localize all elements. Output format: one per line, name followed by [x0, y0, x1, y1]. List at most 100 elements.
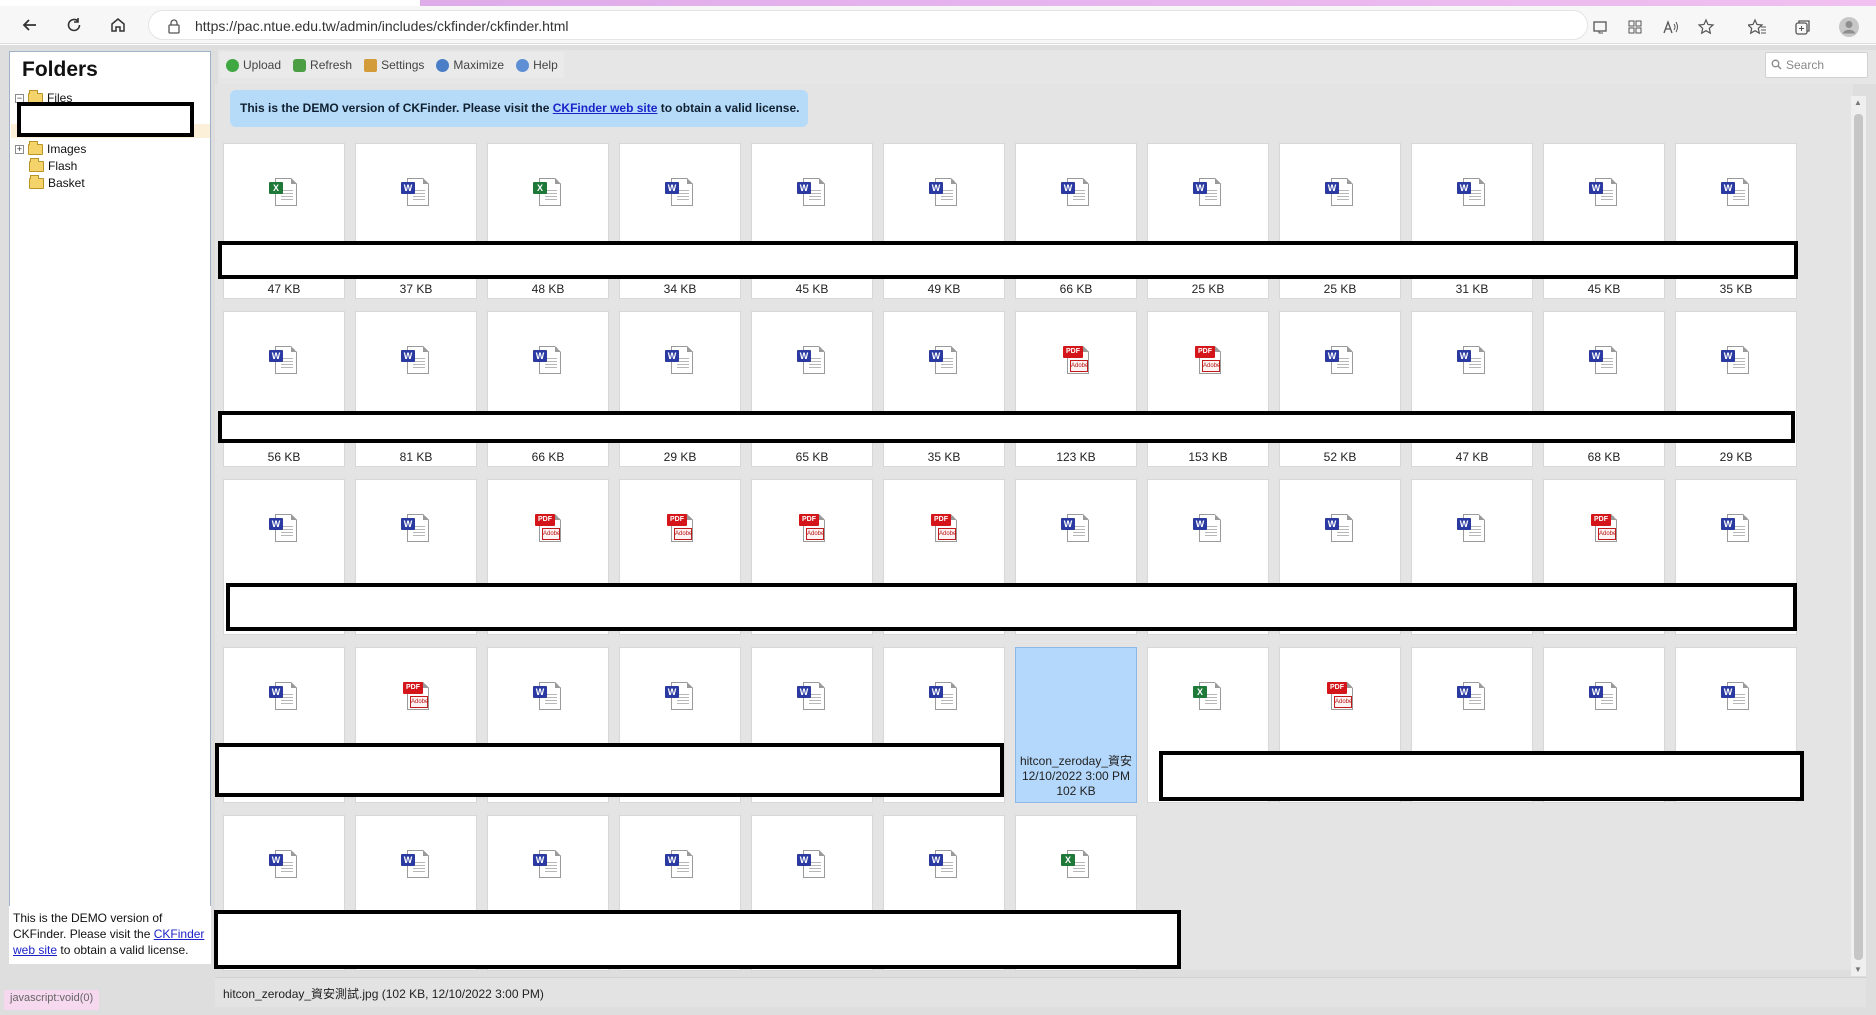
file-thumbnail[interactable]: W [488, 816, 608, 912]
file-thumbnail[interactable]: W [356, 816, 476, 912]
file-thumbnail[interactable]: W [1412, 480, 1532, 576]
search-input[interactable]: Search [1765, 52, 1868, 78]
vertical-scrollbar[interactable]: ▲ ▼ [1851, 96, 1866, 976]
file-tile[interactable]: W 52 KB [1279, 311, 1401, 467]
app-available-icon[interactable] [1588, 16, 1614, 38]
banner-ckfinder-link[interactable]: CKFinder web site [553, 101, 658, 115]
file-thumbnail[interactable]: W [752, 648, 872, 744]
file-thumbnail[interactable]: W [1676, 312, 1796, 408]
file-thumbnail[interactable]: W [752, 312, 872, 408]
refresh-button[interactable]: Refresh [293, 58, 352, 72]
file-thumbnail[interactable]: W [1016, 144, 1136, 240]
file-thumbnail[interactable]: W [1412, 312, 1532, 408]
settings-label[interactable]: Settings [381, 58, 424, 72]
read-aloud-icon[interactable] [1658, 16, 1684, 38]
file-thumbnail[interactable]: W [884, 144, 1004, 240]
file-tile[interactable]: W 68 KB [1543, 311, 1665, 467]
file-thumbnail[interactable]: PDF Adobe [1016, 312, 1136, 408]
file-thumbnail[interactable]: W [620, 648, 740, 744]
file-thumbnail[interactable]: PDF Adobe [356, 648, 476, 744]
file-thumbnail[interactable]: W [1280, 480, 1400, 576]
scroll-down-icon[interactable]: ▼ [1854, 965, 1862, 974]
collections-icon[interactable] [1790, 16, 1816, 38]
upload-button[interactable]: Upload [226, 58, 281, 72]
help-label[interactable]: Help [533, 58, 558, 72]
file-thumbnail[interactable]: W [1148, 144, 1268, 240]
refresh-label[interactable]: Refresh [310, 58, 352, 72]
file-thumbnail[interactable]: PDF Adobe [752, 480, 872, 576]
folder-label-basket[interactable]: Basket [48, 176, 85, 190]
file-tile[interactable]: W 29 KB [1675, 311, 1797, 467]
file-thumbnail[interactable]: X [224, 144, 344, 240]
file-thumbnail[interactable]: W [1676, 144, 1796, 240]
file-thumbnail[interactable]: W [224, 312, 344, 408]
folder-basket[interactable]: Basket [29, 174, 85, 191]
home-button[interactable] [102, 10, 134, 40]
file-tile[interactable]: PDF Adobe 123 KB [1015, 311, 1137, 467]
file-thumbnail[interactable]: W [1544, 312, 1664, 408]
file-thumbnail[interactable] [1016, 648, 1136, 744]
file-thumbnail[interactable]: W [884, 648, 1004, 744]
file-tile[interactable]: W 66 KB [487, 311, 609, 467]
file-thumbnail[interactable]: W [224, 648, 344, 744]
file-thumbnail[interactable]: PDF Adobe [1148, 312, 1268, 408]
file-tile[interactable]: W 35 KB [883, 311, 1005, 467]
file-thumbnail[interactable]: W [1544, 648, 1664, 744]
file-thumbnail[interactable]: W [224, 816, 344, 912]
file-thumbnail[interactable]: W [1412, 648, 1532, 744]
file-thumbnail[interactable]: W [356, 312, 476, 408]
file-thumbnail[interactable]: PDF Adobe [620, 480, 740, 576]
file-thumbnail[interactable]: W [620, 144, 740, 240]
file-tile[interactable]: hitcon_zeroday_資安 12/10/2022 3:00 PM 102 K… [1015, 647, 1137, 803]
scroll-thumb[interactable] [1854, 114, 1863, 960]
help-button[interactable]: Help [516, 58, 558, 72]
file-thumbnail[interactable]: W [1016, 480, 1136, 576]
file-thumbnail[interactable]: PDF Adobe [1544, 480, 1664, 576]
file-thumbnail[interactable]: PDF Adobe [884, 480, 1004, 576]
settings-button[interactable]: Settings [364, 58, 424, 72]
maximize-button[interactable]: Maximize [436, 58, 504, 72]
scroll-up-icon[interactable]: ▲ [1854, 98, 1862, 107]
file-thumbnail[interactable]: W [356, 480, 476, 576]
file-thumbnail[interactable]: W [1148, 480, 1268, 576]
file-thumbnail[interactable]: W [884, 816, 1004, 912]
file-thumbnail[interactable]: W [884, 312, 1004, 408]
upload-label[interactable]: Upload [243, 58, 281, 72]
reload-button[interactable] [58, 10, 90, 40]
file-thumbnail[interactable]: W [620, 312, 740, 408]
address-bar[interactable]: https://pac.ntue.edu.tw/admin/includes/c… [148, 10, 1588, 40]
file-thumbnail[interactable]: W [1280, 312, 1400, 408]
url-text[interactable]: https://pac.ntue.edu.tw/admin/includes/c… [195, 18, 569, 34]
file-thumbnail[interactable]: PDF Adobe [1280, 648, 1400, 744]
file-thumbnail[interactable]: W [1280, 144, 1400, 240]
file-tile[interactable]: W 47 KB [1411, 311, 1533, 467]
file-tile[interactable]: W 81 KB [355, 311, 477, 467]
file-thumbnail[interactable]: W [488, 312, 608, 408]
file-thumbnail[interactable]: W [1676, 480, 1796, 576]
maximize-label[interactable]: Maximize [453, 58, 504, 72]
extensions-icon[interactable] [1622, 16, 1648, 38]
folder-label-images[interactable]: Images [47, 142, 86, 156]
add-favorite-icon[interactable] [1694, 16, 1720, 38]
favorites-icon[interactable] [1744, 16, 1770, 38]
file-thumbnail[interactable]: W [356, 144, 476, 240]
file-tile[interactable]: W 65 KB [751, 311, 873, 467]
file-tile[interactable]: W 29 KB [619, 311, 741, 467]
file-thumbnail[interactable]: X [1148, 648, 1268, 744]
back-button[interactable] [14, 10, 46, 40]
profile-avatar-icon[interactable] [1836, 16, 1862, 38]
file-tile[interactable]: W 56 KB [223, 311, 345, 467]
file-thumbnail[interactable]: X [488, 144, 608, 240]
file-thumbnail[interactable]: W [620, 816, 740, 912]
folder-flash[interactable]: Flash [29, 157, 77, 174]
file-thumbnail[interactable]: W [224, 480, 344, 576]
file-thumbnail[interactable]: X [1016, 816, 1136, 912]
file-thumbnail[interactable]: W [1544, 144, 1664, 240]
file-thumbnail[interactable]: W [752, 816, 872, 912]
file-thumbnail[interactable]: W [752, 144, 872, 240]
file-tile[interactable]: PDF Adobe 153 KB [1147, 311, 1269, 467]
folder-images[interactable]: + Images [15, 140, 86, 157]
file-thumbnail[interactable]: W [1676, 648, 1796, 744]
folder-label-flash[interactable]: Flash [48, 159, 77, 173]
file-thumbnail[interactable]: PDF Adobe [488, 480, 608, 576]
